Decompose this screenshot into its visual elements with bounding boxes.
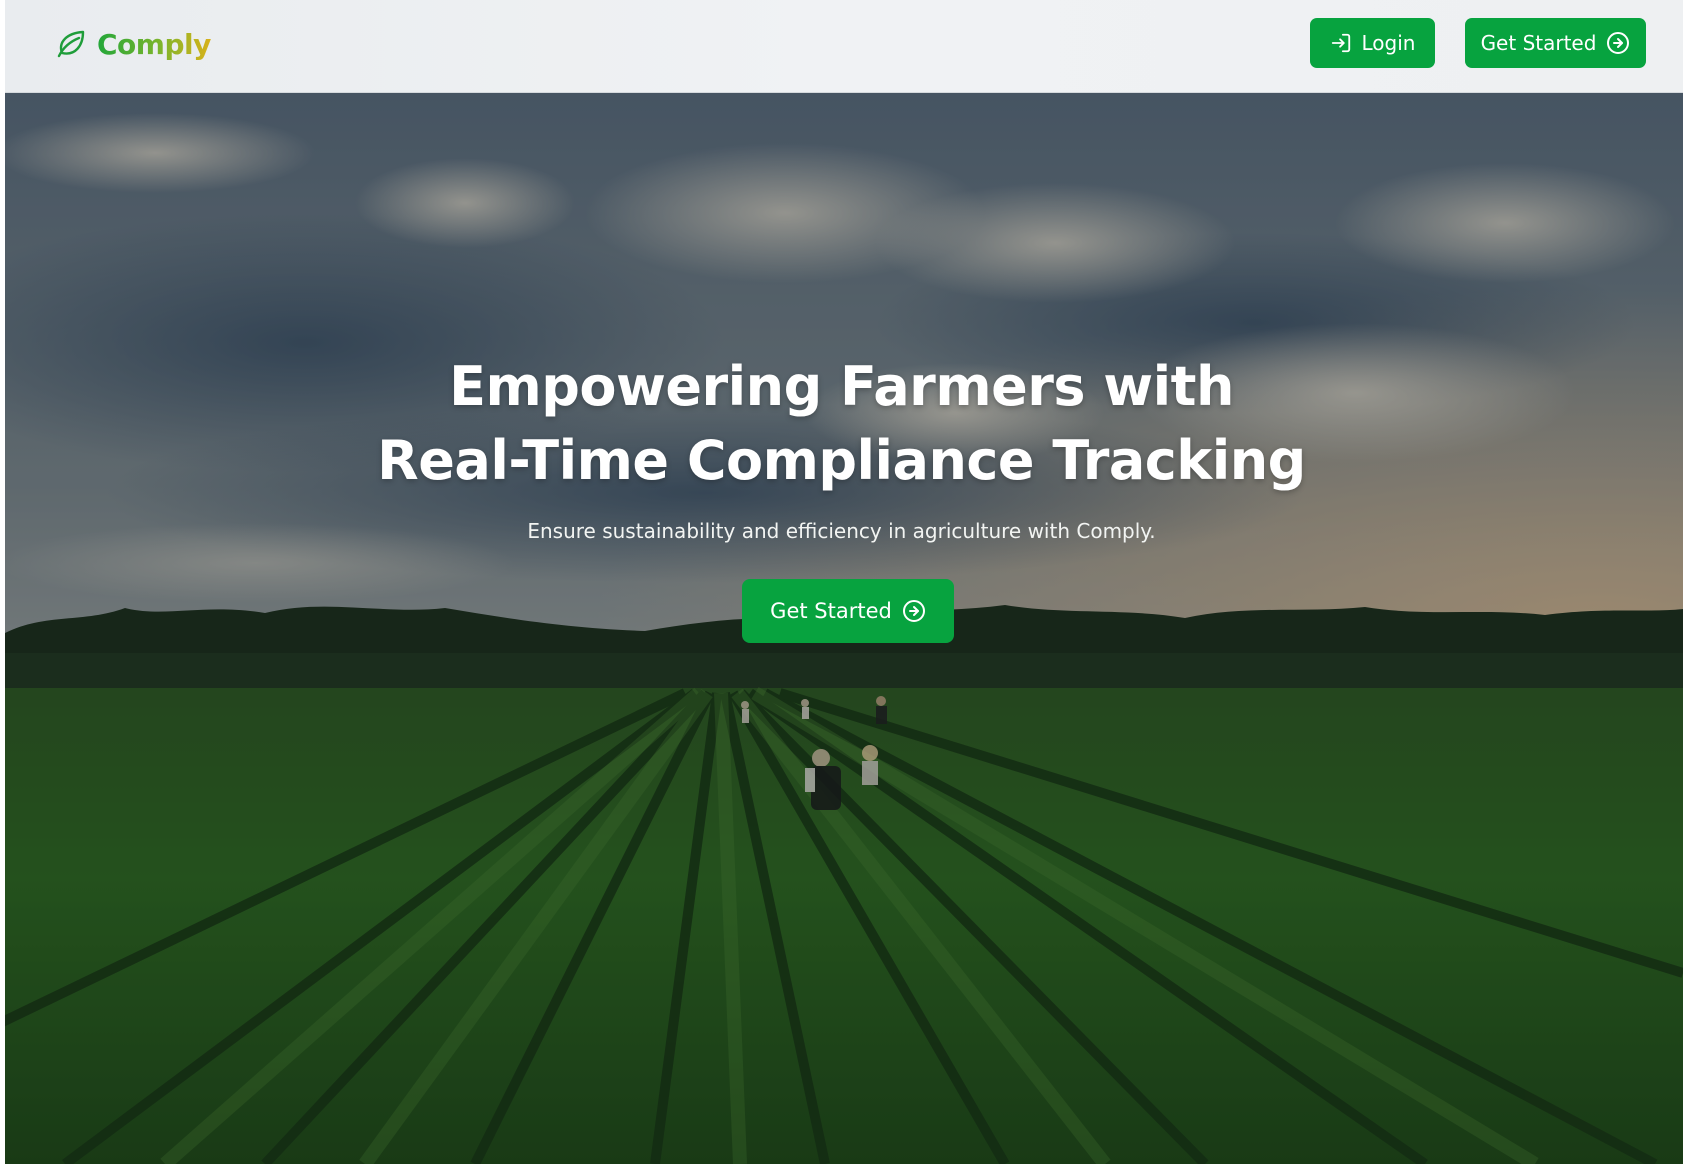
login-label: Login [1361,31,1416,55]
header-get-started-button[interactable]: Get Started [1465,18,1646,68]
login-button[interactable]: Login [1310,18,1435,68]
circle-arrow-right-icon [1606,31,1630,55]
get-started-label: Get Started [1480,31,1597,55]
login-arrow-icon [1330,32,1352,54]
circle-arrow-right-icon [902,599,926,623]
top-navbar: Comply Login Get Started [5,0,1683,93]
hero-subtitle: Ensure sustainability and efficiency in … [527,519,1156,543]
hero-title: Empowering Farmers with Real-Time Compli… [0,350,1683,498]
hero-title-line-2: Real-Time Compliance Tracking [377,429,1306,492]
brand-name: Comply [97,27,211,61]
landing-page: Comply Login Get Started Empowering Farm… [0,0,1683,1164]
hero-get-started-label: Get Started [770,599,892,623]
hero-get-started-button[interactable]: Get Started [742,579,954,643]
brand-logo[interactable]: Comply [55,22,211,66]
hero-title-line-1: Empowering Farmers with [449,355,1234,418]
leaf-icon [55,28,87,60]
